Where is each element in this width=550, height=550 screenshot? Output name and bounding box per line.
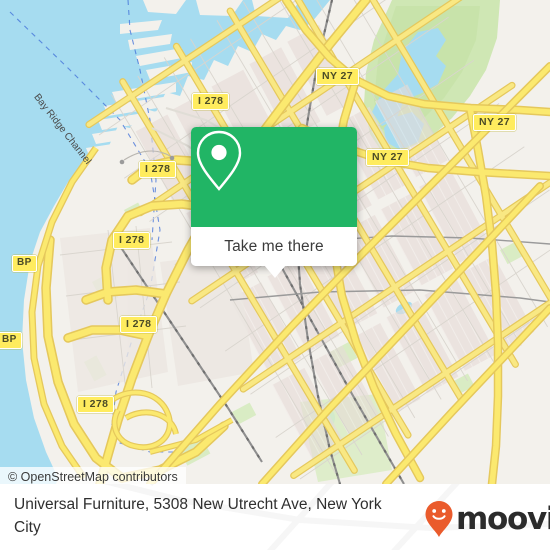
location-callout-card[interactable]: Take me there [191, 127, 357, 266]
map-screenshot: Bay Ridge Channel I 278 I 278 I 278 I 27… [0, 0, 550, 550]
route-shield-bp-1[interactable]: BP [12, 255, 37, 272]
take-me-there-label: Take me there [224, 237, 324, 255]
route-shield-bp-2[interactable]: BP [0, 332, 22, 349]
osm-attribution[interactable]: © OpenStreetMap contributors [0, 467, 186, 484]
moovit-pin-smile-icon [425, 501, 453, 537]
moovit-logo[interactable]: moovit [424, 500, 550, 538]
callout-tail [264, 265, 286, 278]
footer-bar: Universal Furniture, 5308 New Utrecht Av… [0, 484, 550, 550]
osm-attribution-text: © OpenStreetMap contributors [8, 470, 178, 484]
route-shield-i278-5[interactable]: I 278 [77, 396, 115, 413]
route-shield-ny27-2[interactable]: NY 27 [473, 114, 516, 131]
route-shield-i278-4[interactable]: I 278 [120, 316, 158, 333]
route-shield-i278-1[interactable]: I 278 [192, 93, 230, 110]
route-shield-ny27-1[interactable]: NY 27 [316, 68, 359, 85]
route-shield-ny27-3[interactable]: NY 27 [366, 149, 409, 166]
card-pin-area [191, 127, 357, 227]
route-shield-i278-3[interactable]: I 278 [113, 232, 151, 249]
place-caption: Universal Furniture, 5308 New Utrecht Av… [14, 496, 382, 536]
map-canvas[interactable]: Bay Ridge Channel I 278 I 278 I 278 I 27… [0, 0, 550, 484]
map-pin-icon [196, 130, 242, 191]
route-shield-i278-2[interactable]: I 278 [139, 161, 177, 178]
moovit-wordmark: moovit [456, 501, 550, 537]
take-me-there-button[interactable]: Take me there [191, 227, 357, 266]
